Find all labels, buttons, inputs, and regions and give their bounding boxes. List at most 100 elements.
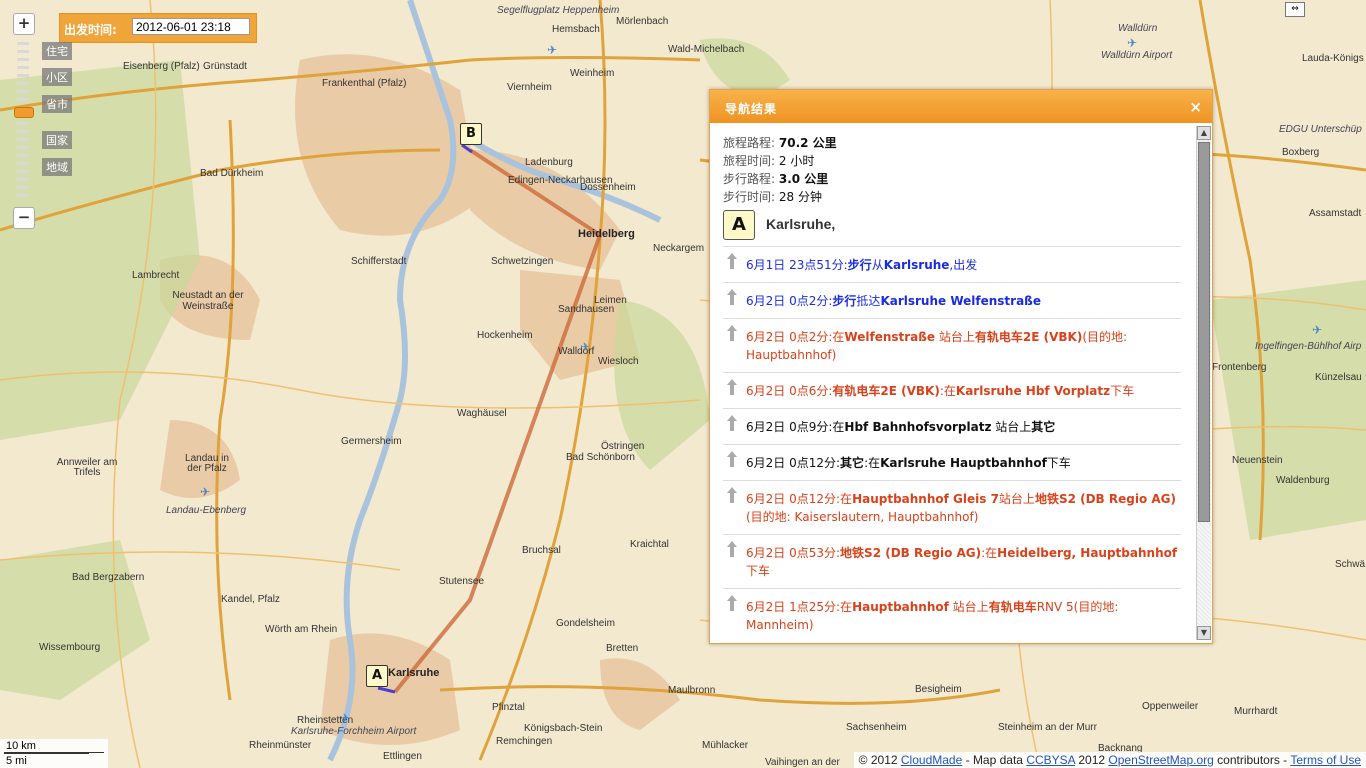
- summary-key: 步行路程:: [723, 172, 776, 186]
- route-step-part: 下车: [1046, 456, 1071, 470]
- place-label: Frontenberg: [1212, 362, 1267, 373]
- cloudmade-link[interactable]: CloudMade: [901, 753, 962, 767]
- attribution-contributors: contributors -: [1217, 753, 1288, 767]
- trip-summary: 旅程路程: 70.2 公里 旅程时间: 2 小时 步行路程: 3.0 公里 步行…: [723, 134, 1181, 206]
- summary-value: 70.2 公里: [778, 136, 837, 150]
- scrollbar-thumb[interactable]: [1198, 142, 1210, 522]
- route-step[interactable]: 6月2日 0点12分:在Hauptbahnhof Gleis 7站台上地铁S2 …: [723, 480, 1181, 534]
- place-label: Rheinmünster: [249, 740, 312, 751]
- close-icon[interactable]: ×: [1189, 98, 1202, 116]
- zoom-out-button[interactable]: −: [13, 207, 35, 229]
- route-step-part: 步行: [832, 294, 857, 308]
- route-start-marker[interactable]: A: [366, 665, 388, 687]
- place-label: Landau in der Pfalz: [185, 453, 229, 474]
- route-step-part: :在: [981, 546, 998, 560]
- summary-value: 2 小时: [778, 154, 815, 168]
- route-step-text: 6月2日 0点53分:地铁S2 (DB Regio AG):在Heidelber…: [723, 544, 1181, 580]
- route-step-part: Hauptbahnhof: [852, 600, 949, 614]
- route-step-text: 6月2日 0点2分:在Welfenstraße 站台上有轨电车2E (VBK)(…: [723, 328, 1181, 364]
- layer-toggle-button[interactable]: ⇔: [1285, 2, 1305, 17]
- route-step-text: 6月2日 0点2分:步行抵达Karlsruhe Welfenstraße: [723, 292, 1181, 310]
- attribution: © 2012 CloudMade - Map data CCBYSA 2012 …: [853, 752, 1366, 768]
- route-step[interactable]: 6月2日 0点2分:步行抵达Karlsruhe Welfenstraße: [723, 282, 1181, 318]
- route-step-part: 地铁S2 (DB Regio AG): [1034, 492, 1177, 506]
- route-step-time: 6月2日 0点12分:: [746, 492, 841, 506]
- place-label: Bad Schönborn: [566, 452, 635, 463]
- place-label: Steinheim an der Murr: [998, 722, 1097, 733]
- arrow-up-icon: [725, 253, 739, 269]
- navigation-results-panel: 导航结果 × 旅程路程: 70.2 公里 旅程时间: 2 小时 步行路程: 3.…: [709, 89, 1213, 644]
- route-step[interactable]: 6月2日 1点25分:在Hauptbahnhof 站台上有轨电车RNV 5(目的…: [723, 588, 1181, 639]
- terms-link[interactable]: Terms of Use: [1290, 753, 1361, 767]
- route-step-part: 在: [832, 420, 845, 434]
- place-label: Segelflugplatz Heppenheim: [497, 5, 620, 16]
- route-step[interactable]: 6月2日 0点12分:其它:在Karlsruhe Hauptbahnhof下车: [723, 444, 1181, 480]
- place-label: Künzelsau: [1315, 372, 1362, 383]
- arrow-up-icon: [725, 451, 739, 467]
- route-step-time: 6月1日 23点51分:: [746, 258, 848, 272]
- place-label: Pfinztal: [492, 702, 525, 713]
- scale-bar: 10 km 5 mi: [0, 739, 108, 768]
- route-step[interactable]: 6月1日 23点51分:步行从Karlsruhe,出发: [723, 246, 1181, 282]
- summary-key: 步行时间:: [723, 190, 776, 204]
- summary-row: 旅程路程: 70.2 公里: [723, 134, 1181, 152]
- zoom-in-button[interactable]: +: [13, 13, 35, 35]
- arrow-up-icon: [725, 541, 739, 557]
- zoom-level-residential[interactable]: 住宅: [42, 42, 72, 60]
- zoom-slider-handle[interactable]: [14, 107, 34, 118]
- zoom-level-district[interactable]: 小区: [42, 68, 72, 86]
- route-step-time: 6月2日 0点6分:: [746, 384, 833, 398]
- scroll-down-button[interactable]: ▼: [1197, 626, 1211, 640]
- route-step-part: 站台上: [998, 492, 1035, 506]
- departure-time-input[interactable]: [132, 18, 250, 35]
- panel-header: 导航结果 ×: [710, 90, 1212, 123]
- route-step-part: 有轨电车2E (VBK): [974, 330, 1083, 344]
- route-step-part: Heidelberg, Hauptbahnhof: [997, 546, 1178, 560]
- place-label: Germersheim: [341, 436, 402, 447]
- place-label: Königsbach-Stein: [524, 723, 603, 734]
- route-step[interactable]: 6月2日 0点53分:地铁S2 (DB Regio AG):在Heidelber…: [723, 534, 1181, 588]
- route-step-text: 6月2日 0点12分:其它:在Karlsruhe Hauptbahnhof下车: [723, 454, 1181, 472]
- route-step[interactable]: 6月2日 0点9分:在Hbf Bahnhofsvorplatz 站台上其它: [723, 408, 1181, 444]
- route-step[interactable]: 6月2日 0点2分:在Welfenstraße 站台上有轨电车2E (VBK)(…: [723, 318, 1181, 372]
- place-label: Annweiler am Trifels: [56, 457, 118, 478]
- zoom-level-province[interactable]: 省市: [42, 95, 72, 113]
- panel-body[interactable]: 旅程路程: 70.2 公里 旅程时间: 2 小时 步行路程: 3.0 公里 步行…: [723, 134, 1181, 639]
- summary-key: 旅程路程:: [723, 136, 776, 150]
- origin-row: A Karlsruhe,: [723, 210, 1181, 246]
- place-label: Waghäusel: [457, 408, 507, 419]
- route-step-part: Hauptbahnhof Gleis 7: [852, 492, 999, 506]
- route-end-marker[interactable]: B: [460, 123, 482, 145]
- route-step-part: 在: [832, 330, 845, 344]
- scrollbar[interactable]: ▲ ▼: [1196, 126, 1211, 640]
- place-label: Östringen: [601, 441, 645, 452]
- place-label: Wörth am Rhein: [265, 624, 338, 635]
- place-label: Hockenheim: [477, 330, 533, 341]
- place-label: Assamstadt: [1309, 208, 1362, 219]
- place-label: Walldürn: [1118, 23, 1158, 34]
- origin-name: Karlsruhe,: [766, 216, 836, 232]
- zoom-slider[interactable]: [14, 38, 32, 202]
- osm-link[interactable]: OpenStreetMap.org: [1108, 753, 1213, 767]
- route-step-part: 抵达: [856, 294, 881, 308]
- attribution-mid: - Map data: [965, 753, 1023, 767]
- panel-title: 导航结果: [725, 102, 778, 116]
- route-step-part: 在: [840, 600, 853, 614]
- airport-icon: ✈: [547, 43, 558, 57]
- license-link[interactable]: CCBYSA: [1026, 753, 1075, 767]
- airport-icon: ✈: [1312, 323, 1323, 337]
- route-step-time: 6月2日 0点9分:: [746, 420, 833, 434]
- airport-icon: ✈: [580, 340, 591, 354]
- zoom-level-region[interactable]: 地域: [42, 158, 72, 176]
- place-label: Sachsenheim: [846, 722, 907, 733]
- scroll-up-button[interactable]: ▲: [1197, 126, 1211, 140]
- arrow-up-icon: [725, 415, 739, 431]
- route-step-text: 6月2日 1点25分:在Hauptbahnhof 站台上有轨电车RNV 5(目的…: [723, 598, 1181, 634]
- place-label: Oppenweiler: [1142, 701, 1199, 712]
- place-label: Besigheim: [915, 684, 962, 695]
- place-label: Lambrecht: [132, 270, 180, 281]
- place-label: Landau-Ebenberg: [166, 505, 247, 516]
- zoom-level-country[interactable]: 国家: [42, 131, 72, 149]
- route-step-part: 从: [871, 258, 884, 272]
- route-step[interactable]: 6月2日 0点6分:有轨电车2E (VBK):在Karlsruhe Hbf Vo…: [723, 372, 1181, 408]
